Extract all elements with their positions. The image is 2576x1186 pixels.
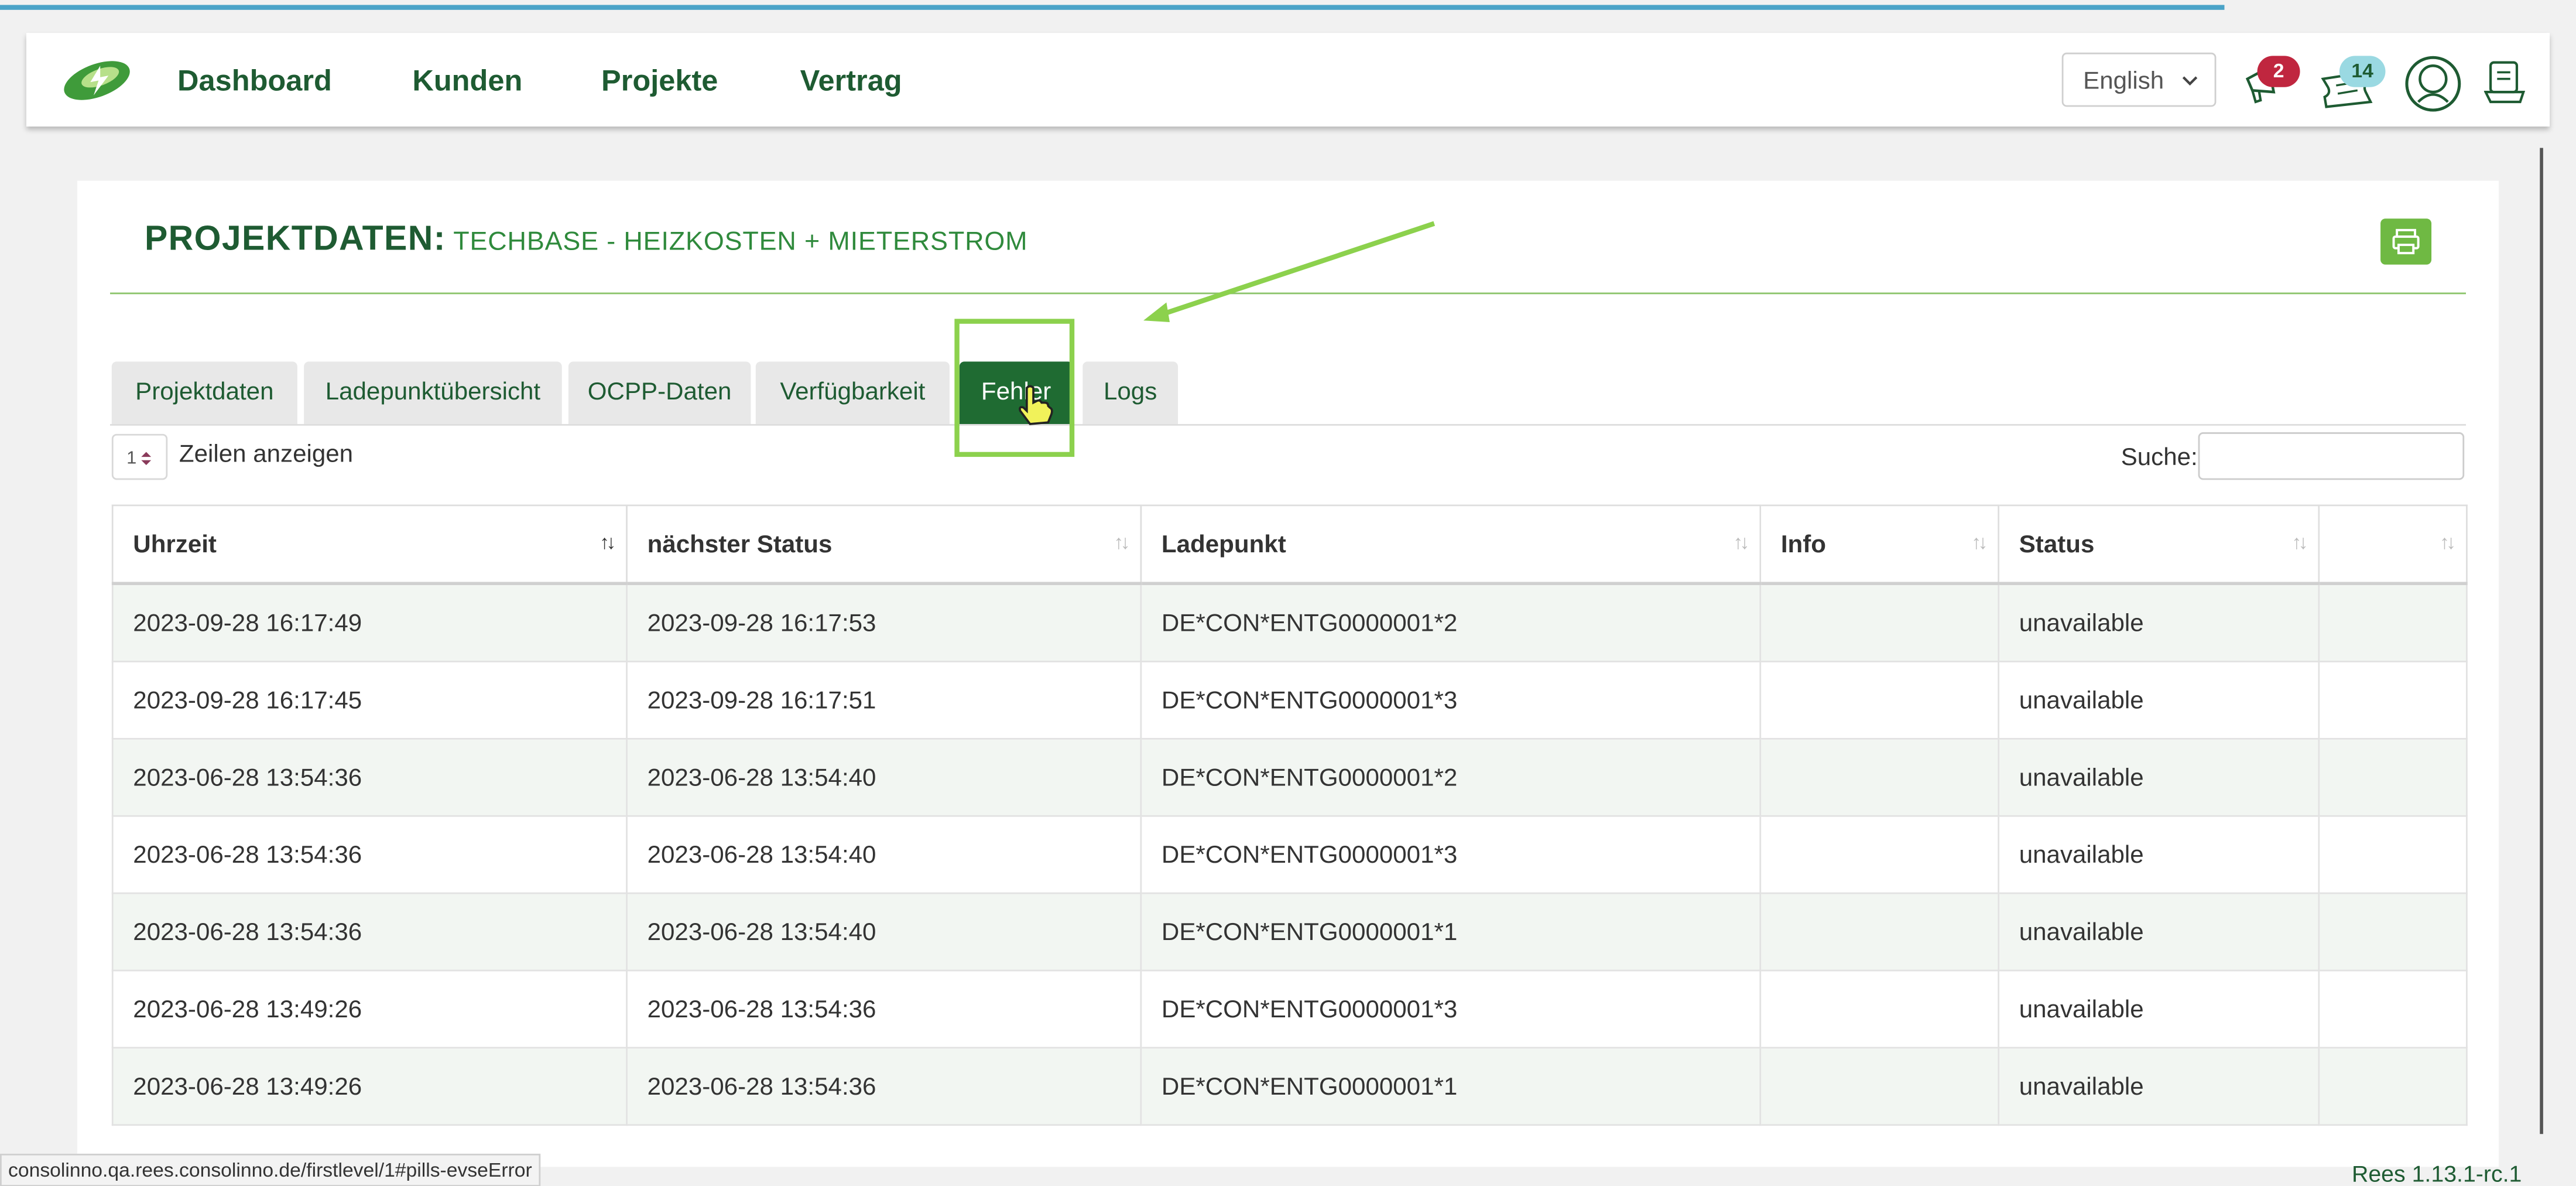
cell-extra bbox=[2318, 970, 2468, 1049]
column-label: nächster Status bbox=[647, 529, 833, 558]
cell-extra bbox=[2318, 661, 2468, 740]
cell-extra bbox=[2318, 1047, 2468, 1126]
cell-status: unavailable bbox=[1998, 893, 2320, 972]
column-label: Ladepunkt bbox=[1161, 529, 1286, 558]
table-row[interactable]: 2023-06-28 13:49:26 2023-06-28 13:54:36 DE… bbox=[111, 970, 2468, 1049]
language-value: English bbox=[2083, 67, 2164, 95]
sort-icon: ↑↓ bbox=[1114, 531, 1131, 554]
chevron-down-icon bbox=[2182, 76, 2198, 86]
cell-ladepunkt: DE*CON*ENTG0000001*2 bbox=[1140, 739, 1762, 817]
column-label: Uhrzeit bbox=[133, 529, 217, 558]
table-row[interactable]: 2023-06-28 13:54:36 2023-06-28 13:54:40 DE… bbox=[111, 816, 2468, 894]
cell-naechster-status: 2023-09-28 16:17:51 bbox=[626, 661, 1142, 740]
cell-ladepunkt: DE*CON*ENTG0000001*3 bbox=[1140, 970, 1762, 1049]
table-row[interactable]: 2023-06-28 13:54:36 2023-06-28 13:54:40 DE… bbox=[111, 739, 2468, 817]
logo-icon[interactable] bbox=[61, 59, 133, 102]
sort-icon: ↑↓ bbox=[2440, 531, 2456, 554]
cell-uhrzeit: 2023-06-28 13:54:36 bbox=[111, 739, 628, 817]
project-card: PROJEKTDATEN: TECHBASE - HEIZKOSTEN + MI… bbox=[77, 180, 2499, 1167]
top-navbar: Dashboard Kunden Projekte Vertrag Englis… bbox=[26, 33, 2550, 127]
cell-ladepunkt: DE*CON*ENTG0000001*2 bbox=[1140, 583, 1762, 662]
cell-ladepunkt: DE*CON*ENTG0000001*1 bbox=[1140, 1047, 1762, 1126]
column-header-extra[interactable]: ↑↓ bbox=[2318, 504, 2468, 585]
sort-icon: ↑↓ bbox=[1733, 531, 1749, 554]
table-row[interactable]: 2023-06-28 13:49:26 2023-06-28 13:54:36 DE… bbox=[111, 1047, 2468, 1126]
status-bar-url: consolinno.qa.rees.consolinno.de/firstle… bbox=[0, 1153, 540, 1186]
column-header-naechster-status[interactable]: nächster Status ↑↓ bbox=[626, 504, 1142, 585]
column-header-ladepunkt[interactable]: Ladepunkt ↑↓ bbox=[1140, 504, 1762, 585]
page-scrollbar[interactable] bbox=[2540, 148, 2543, 1134]
sort-icon: ↑↓ bbox=[1971, 531, 1988, 554]
cell-extra bbox=[2318, 583, 2468, 662]
cell-info bbox=[1760, 1047, 2000, 1126]
nav-vertrag[interactable]: Vertrag bbox=[800, 64, 902, 98]
nav-kunden[interactable]: Kunden bbox=[412, 64, 522, 98]
cell-info bbox=[1760, 583, 2000, 662]
nav-dashboard[interactable]: Dashboard bbox=[177, 64, 332, 98]
cell-info bbox=[1760, 816, 2000, 894]
table-row[interactable]: 2023-09-28 16:17:45 2023-09-28 16:17:51 DE… bbox=[111, 661, 2468, 740]
cell-status: unavailable bbox=[1998, 661, 2320, 740]
cell-naechster-status: 2023-06-28 13:54:36 bbox=[626, 1047, 1142, 1126]
cell-status: unavailable bbox=[1998, 816, 2320, 894]
cell-uhrzeit: 2023-06-28 13:49:26 bbox=[111, 1047, 628, 1126]
cart-icon[interactable] bbox=[2483, 57, 2527, 107]
table-viewport: Uhrzeit ↑↓ nächster Status ↑↓ Ladepunkt ↑↓ … bbox=[77, 181, 2499, 1131]
cell-ladepunkt: DE*CON*ENTG0000001*3 bbox=[1140, 661, 1762, 740]
cell-extra bbox=[2318, 739, 2468, 817]
cell-ladepunkt: DE*CON*ENTG0000001*3 bbox=[1140, 816, 1762, 894]
cell-naechster-status: 2023-06-28 13:54:40 bbox=[626, 893, 1142, 972]
sort-icon: ↑↓ bbox=[2291, 531, 2308, 554]
column-header-info[interactable]: Info ↑↓ bbox=[1760, 504, 2000, 585]
language-select[interactable]: English bbox=[2061, 52, 2217, 107]
tickets-badge: 14 bbox=[2339, 56, 2386, 87]
errors-table: Uhrzeit ↑↓ nächster Status ↑↓ Ladepunkt ↑↓ … bbox=[111, 504, 2468, 1126]
user-icon[interactable] bbox=[2403, 54, 2462, 114]
notifications-badge: 2 bbox=[2257, 56, 2300, 87]
column-label: Info bbox=[1780, 529, 1827, 558]
cell-naechster-status: 2023-06-28 13:54:36 bbox=[626, 970, 1142, 1049]
nav-projekte[interactable]: Projekte bbox=[601, 64, 718, 98]
cell-uhrzeit: 2023-09-28 16:17:45 bbox=[111, 661, 628, 740]
table-row[interactable]: 2023-06-28 13:54:36 2023-06-28 13:54:40 DE… bbox=[111, 893, 2468, 972]
cell-status: unavailable bbox=[1998, 1047, 2320, 1126]
column-label: Status bbox=[2019, 529, 2095, 558]
cell-naechster-status: 2023-09-28 16:17:53 bbox=[626, 583, 1142, 662]
table-body: 2023-09-28 16:17:49 2023-09-28 16:17:53 DE… bbox=[111, 583, 2468, 1126]
cell-ladepunkt: DE*CON*ENTG0000001*1 bbox=[1140, 893, 1762, 972]
table-row[interactable]: 2023-09-28 16:17:49 2023-09-28 16:17:53 DE… bbox=[111, 583, 2468, 662]
cell-info bbox=[1760, 661, 2000, 740]
cell-status: unavailable bbox=[1998, 583, 2320, 662]
sort-icon: ↑↓ bbox=[600, 531, 616, 554]
cell-uhrzeit: 2023-06-28 13:49:26 bbox=[111, 970, 628, 1049]
loading-progress-bar bbox=[0, 5, 2225, 10]
cell-extra bbox=[2318, 893, 2468, 972]
column-header-uhrzeit[interactable]: Uhrzeit ↑↓ bbox=[111, 504, 628, 585]
cell-uhrzeit: 2023-06-28 13:54:36 bbox=[111, 893, 628, 972]
cell-uhrzeit: 2023-09-28 16:17:49 bbox=[111, 583, 628, 662]
cell-info bbox=[1760, 893, 2000, 972]
cell-uhrzeit: 2023-06-28 13:54:36 bbox=[111, 816, 628, 894]
cell-naechster-status: 2023-06-28 13:54:40 bbox=[626, 816, 1142, 894]
cell-info bbox=[1760, 970, 2000, 1049]
table-header-row: Uhrzeit ↑↓ nächster Status ↑↓ Ladepunkt ↑↓ … bbox=[111, 504, 2468, 585]
cell-info bbox=[1760, 739, 2000, 817]
cell-extra bbox=[2318, 816, 2468, 894]
cell-naechster-status: 2023-06-28 13:54:40 bbox=[626, 739, 1142, 817]
column-header-status[interactable]: Status ↑↓ bbox=[1998, 504, 2320, 585]
cell-status: unavailable bbox=[1998, 970, 2320, 1049]
app-version: Rees 1.13.1-rc.1 bbox=[2351, 1160, 2522, 1186]
cell-status: unavailable bbox=[1998, 739, 2320, 817]
